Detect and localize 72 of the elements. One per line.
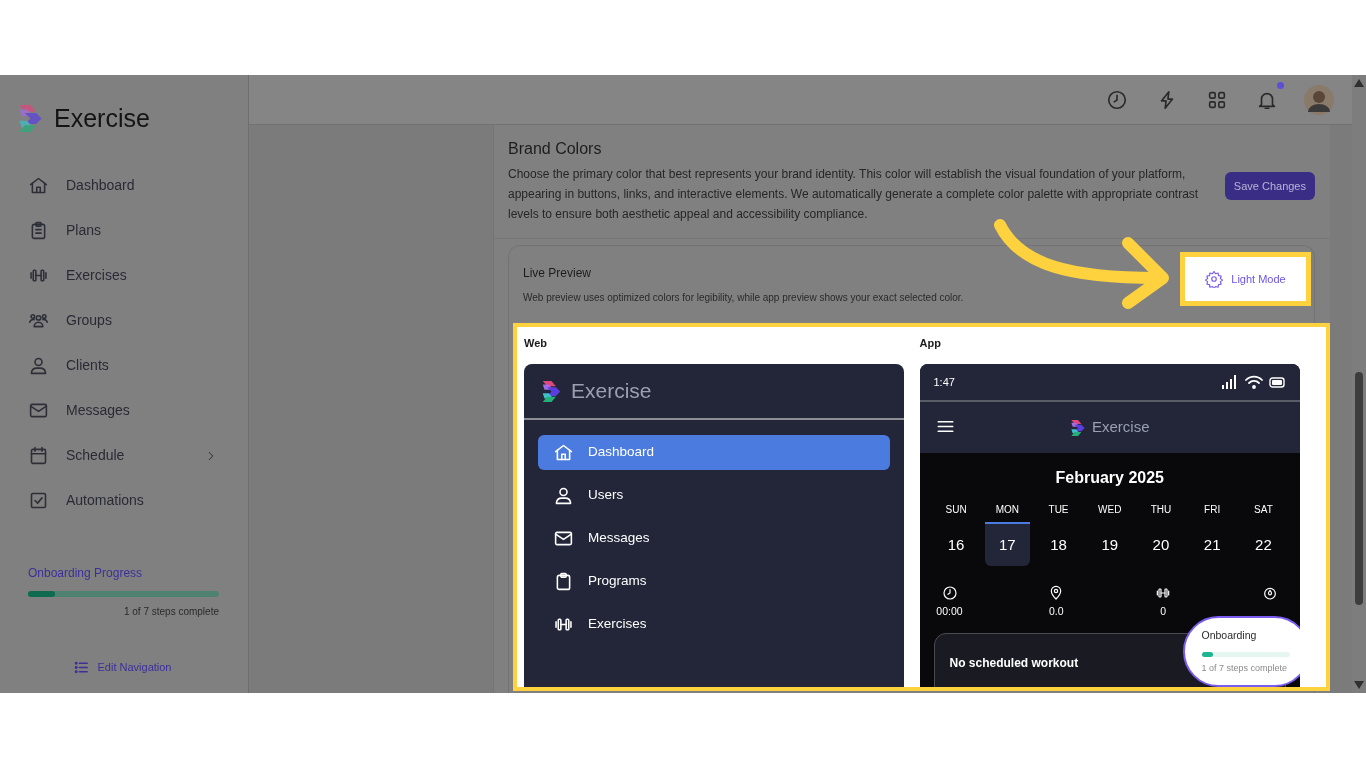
brand-name: Exercise	[571, 378, 652, 405]
nav-item[interactable]: Messages	[538, 521, 890, 556]
sidebar-item[interactable]: Groups	[0, 298, 248, 343]
progress-title: Onboarding Progress	[28, 565, 144, 582]
brand-name: Exercise	[1092, 417, 1150, 438]
nav-icon	[28, 445, 49, 466]
weekday-label: SAT	[1253, 503, 1274, 517]
stat-icon	[1155, 585, 1172, 601]
column-label: Web	[524, 336, 549, 351]
preview-title: Live Preview	[523, 265, 593, 282]
nav-item[interactable]: Users	[538, 478, 890, 513]
list-icon	[72, 659, 90, 676]
brand-name: Exercise	[54, 105, 150, 131]
nav-icon	[553, 485, 574, 506]
preview-description: Web preview uses optimized colors for legibility, while app preview shows your exact selected color.	[523, 291, 964, 305]
signal-icon	[1222, 375, 1239, 389]
weekday-label: WED	[1097, 503, 1123, 517]
calendar-day[interactable]: 16	[933, 522, 979, 566]
sidebar-item[interactable]: Dashboard	[0, 163, 248, 208]
onboarding-bubble[interactable]: Onboarding 1 of 7 steps complete	[1182, 616, 1300, 687]
stat-value: 0	[1160, 604, 1167, 619]
onboarding-title: Onboarding	[1201, 628, 1258, 643]
logo-icon	[17, 103, 44, 133]
save-changes-button[interactable]: Save Changes	[1224, 172, 1315, 200]
onboarding-caption: 1 of 7 steps complete	[1201, 661, 1289, 675]
sidebar-item[interactable]: Plans	[0, 208, 248, 253]
stat-value: 0.0	[1049, 604, 1064, 619]
logo-icon	[541, 379, 562, 403]
weekday-label: SUN	[944, 503, 968, 517]
calendar-day[interactable]: 18	[1036, 522, 1082, 566]
nav-item[interactable]: Programs	[538, 564, 890, 599]
scroll-down-icon[interactable]	[1354, 681, 1364, 689]
nav-icon	[28, 355, 49, 376]
calendar-day[interactable]: 21	[1189, 522, 1235, 566]
weekday-label: MON	[994, 503, 1020, 517]
weekday-label: THU	[1149, 503, 1173, 517]
settings-icon	[1205, 270, 1224, 288]
weekday-label: TUE	[1047, 503, 1070, 517]
stat-icon	[1262, 585, 1278, 601]
clock-icon	[1106, 88, 1128, 111]
sidebar-item[interactable]: Messages	[0, 388, 248, 433]
scroll-up-icon[interactable]	[1354, 79, 1364, 87]
nav-icon	[28, 490, 49, 511]
calendar-day[interactable]: 17	[984, 522, 1030, 566]
scrollbar[interactable]	[1352, 75, 1366, 693]
sidebar-item[interactable]: Schedule	[0, 433, 248, 478]
column-label: App	[919, 336, 942, 351]
section-description: Choose the primary color that best represents your brand identity. This color will establish the visual foundation of your platform, appearing in buttons, links, and interactive elements. We automatically generate a complete color palette with appropriate contrast levels to ensure both aesthetic appeal and accessibility compliance.	[508, 166, 1200, 223]
sidebar-item[interactable]: Clients	[0, 343, 248, 388]
avatar[interactable]	[1304, 84, 1334, 115]
nav-icon	[553, 442, 574, 463]
stat-value: 00:00	[936, 604, 963, 619]
logo-icon	[1070, 418, 1086, 437]
calendar-month: February 2025	[1054, 468, 1165, 488]
nav-icon	[28, 175, 49, 196]
calendar-day[interactable]: 20	[1138, 522, 1184, 566]
weekday-label: FRI	[1203, 503, 1222, 517]
sidebar-item[interactable]: Exercises	[0, 253, 248, 298]
battery-icon	[1269, 376, 1286, 388]
section-title: Brand Colors	[508, 139, 603, 159]
progress-caption: 1 of 7 steps complete	[122, 605, 219, 619]
light-mode-button[interactable]: Light Mode	[1180, 252, 1311, 306]
stat-icon	[941, 585, 958, 601]
workout-title: No scheduled workout	[949, 654, 1079, 672]
status-time: 1:47	[933, 374, 955, 390]
nav-item[interactable]: Dashboard	[538, 435, 890, 470]
calendar-day[interactable]: 22	[1240, 522, 1286, 566]
nav-item[interactable]: Exercises	[538, 607, 890, 642]
sidebar-item[interactable]: Automations	[0, 478, 248, 523]
calendar-day[interactable]: 19	[1087, 522, 1133, 566]
wifi-icon	[1245, 375, 1263, 389]
scrollbar-thumb[interactable]	[1355, 372, 1363, 605]
